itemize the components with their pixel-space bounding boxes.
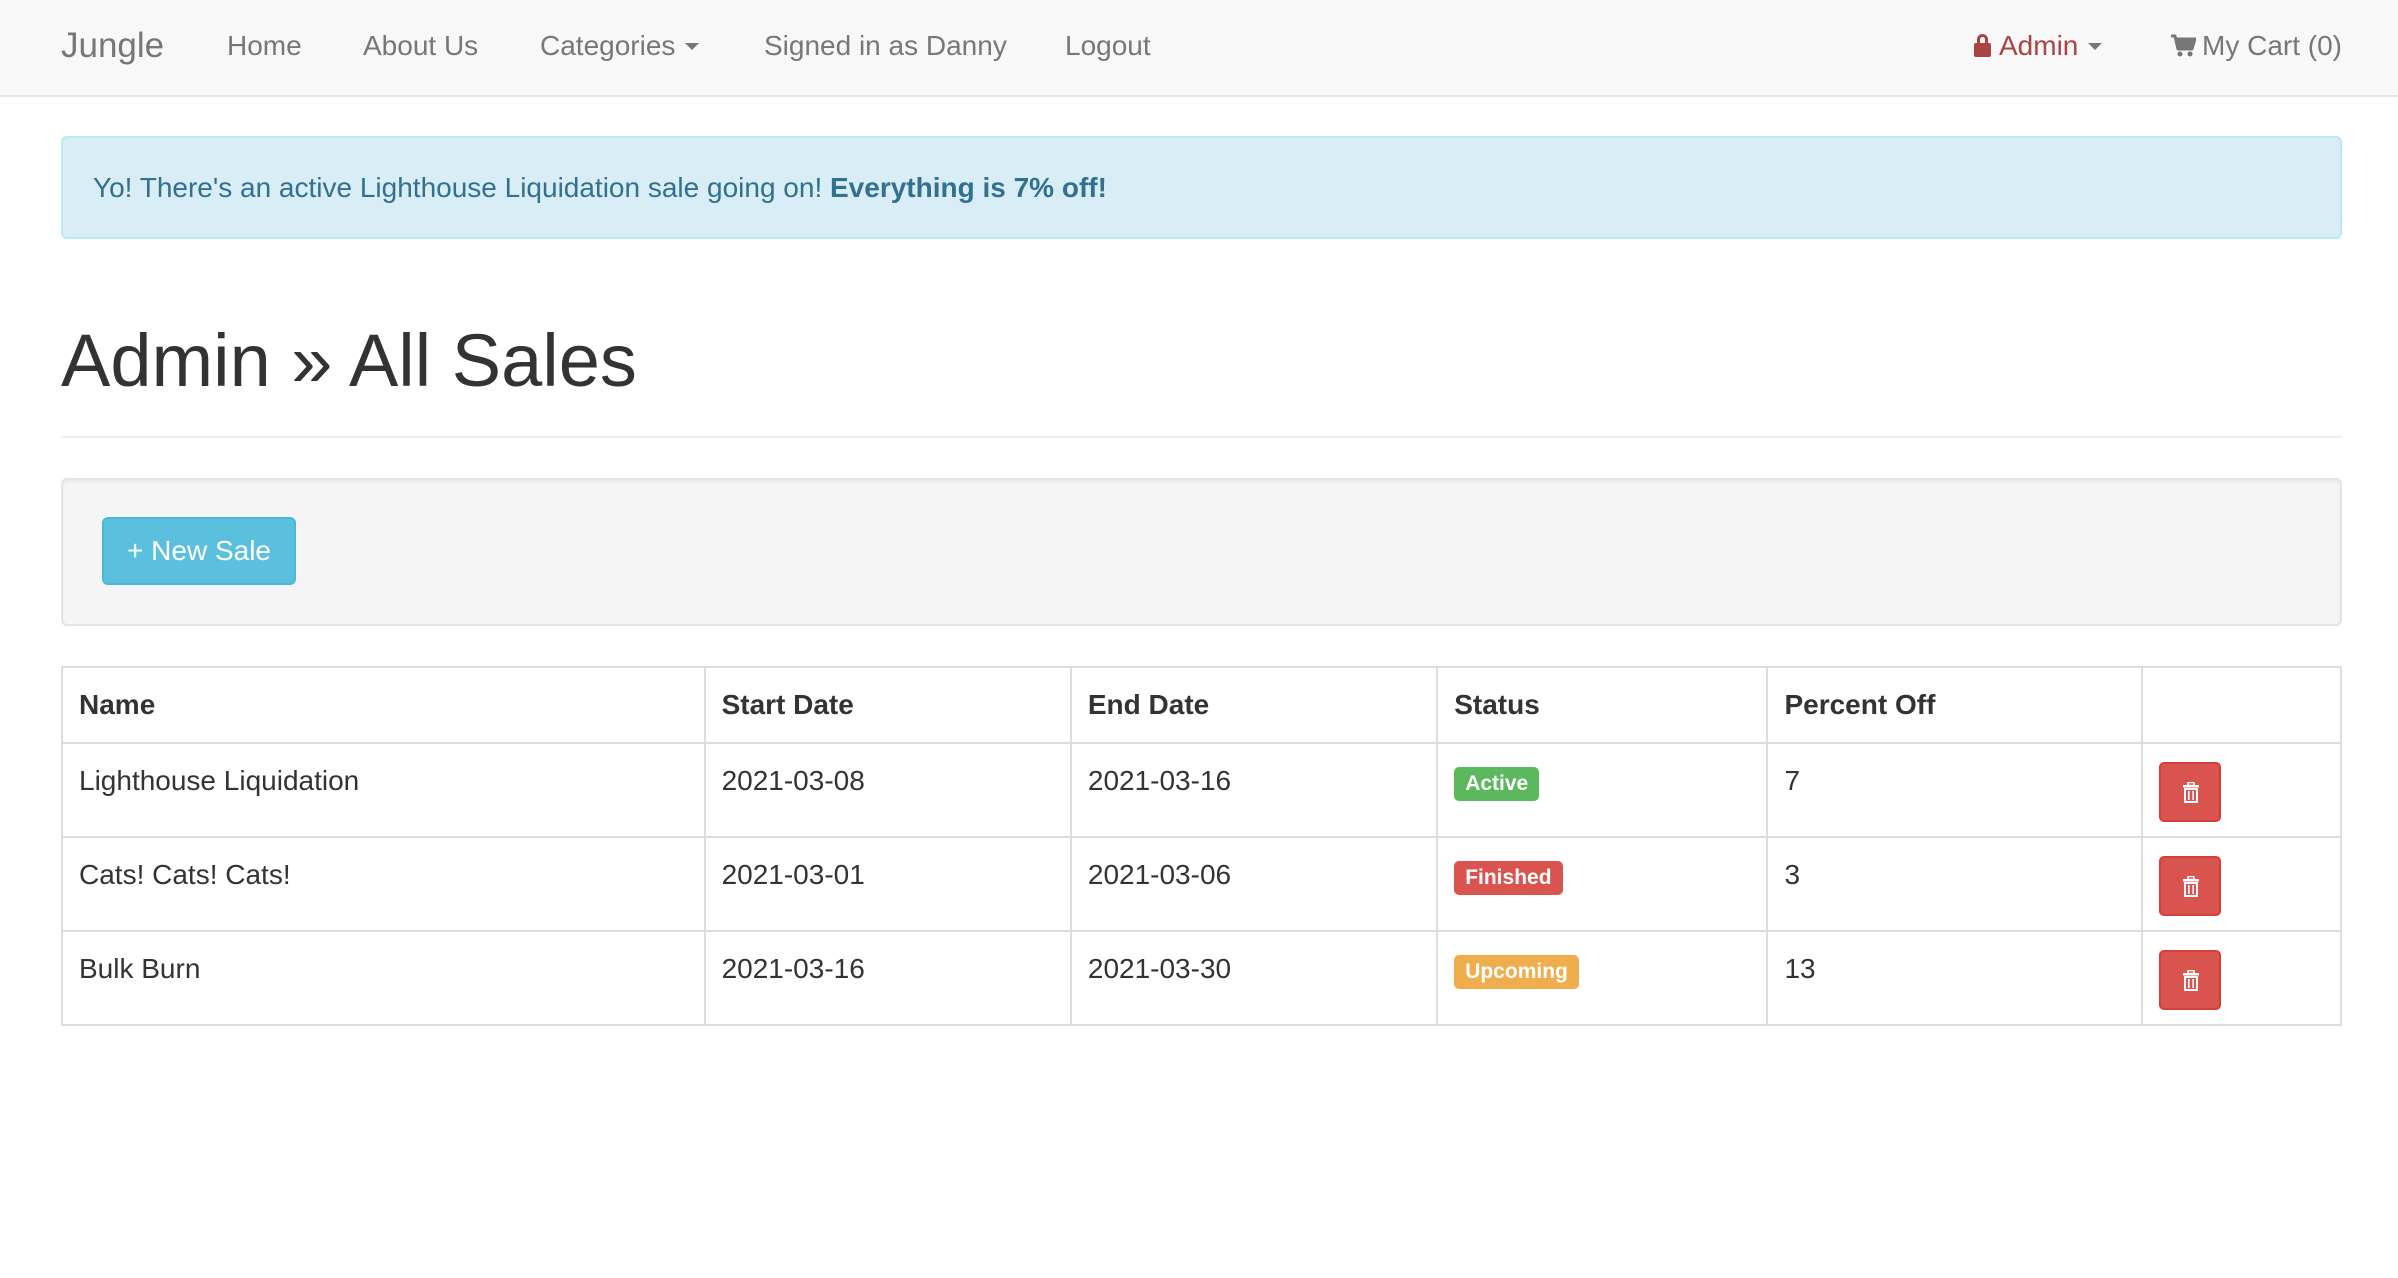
brand-link[interactable]: Jungle (61, 0, 164, 95)
cell-start-date: 2021-03-16 (703, 930, 1072, 1026)
cell-status: Upcoming (1436, 930, 1769, 1026)
title-divider (61, 436, 2342, 438)
cell-end-date: 2021-03-06 (1069, 836, 1439, 932)
header-end-date: End Date (1069, 666, 1439, 744)
delete-sale-button[interactable] (2158, 950, 2221, 1010)
navbar: Jungle Home About Us Categories Signed i… (0, 0, 2398, 97)
trash-icon (2182, 876, 2199, 897)
nav-categories-dropdown[interactable]: Categories (540, 0, 700, 95)
table-row: Bulk Burn 2021-03-16 2021-03-30 Upcoming… (61, 930, 2343, 1026)
header-start-date: Start Date (703, 666, 1072, 744)
delete-sale-button[interactable] (2158, 762, 2221, 822)
new-sale-button[interactable]: + New Sale (102, 517, 296, 585)
shopping-cart-icon (2171, 34, 2196, 57)
cell-percent-off: 13 (1766, 930, 2143, 1026)
header-status: Status (1436, 666, 1769, 744)
delete-sale-button[interactable] (2158, 856, 2221, 916)
status-badge: Active (1454, 767, 1540, 801)
nav-categories-label: Categories (540, 30, 676, 61)
cell-end-date: 2021-03-16 (1069, 742, 1439, 838)
trash-icon (2182, 970, 2199, 991)
header-name: Name (61, 666, 706, 744)
cell-actions (2140, 836, 2343, 932)
cell-actions (2140, 930, 2343, 1026)
cell-name: Lighthouse Liquidation (61, 742, 706, 838)
lock-icon (1974, 33, 1991, 57)
nav-about[interactable]: About Us (363, 0, 478, 95)
status-badge: Upcoming (1454, 955, 1579, 989)
cell-name: Bulk Burn (61, 930, 706, 1026)
nav-signed-in[interactable]: Signed in as Danny (764, 0, 1007, 95)
nav-admin-label: Admin (1999, 30, 2079, 61)
table-row: Cats! Cats! Cats! 2021-03-01 2021-03-06 … (61, 836, 2343, 932)
nav-cart-label: My Cart (0) (2202, 30, 2342, 61)
cell-status: Active (1436, 742, 1769, 838)
status-badge: Finished (1454, 861, 1563, 895)
nav-logout[interactable]: Logout (1065, 0, 1151, 95)
cell-actions (2140, 742, 2343, 838)
header-percent-off: Percent Off (1766, 666, 2143, 744)
sale-alert-text: Yo! There's an active Lighthouse Liquida… (93, 172, 823, 203)
sale-alert-emphasis: Everything is 7% off! (830, 172, 1107, 203)
nav-admin-dropdown[interactable]: Admin (1974, 0, 2103, 95)
nav-cart[interactable]: My Cart (0) (2170, 0, 2342, 95)
sale-alert: Yo! There's an active Lighthouse Liquida… (61, 136, 2342, 239)
cell-status: Finished (1436, 836, 1769, 932)
cell-percent-off: 7 (1766, 742, 2143, 838)
table-row: Lighthouse Liquidation 2021-03-08 2021-0… (61, 742, 2343, 838)
caret-down-icon (685, 43, 700, 51)
table-header-row: Name Start Date End Date Status Percent … (61, 666, 2343, 744)
sales-table: Name Start Date End Date Status Percent … (61, 666, 2343, 1026)
cell-percent-off: 3 (1766, 836, 2143, 932)
caret-down-icon (2088, 43, 2103, 51)
nav-home[interactable]: Home (227, 0, 302, 95)
page-title: Admin » All Sales (61, 319, 637, 402)
cell-name: Cats! Cats! Cats! (61, 836, 706, 932)
cell-start-date: 2021-03-01 (703, 836, 1072, 932)
cell-start-date: 2021-03-08 (703, 742, 1072, 838)
cell-end-date: 2021-03-30 (1069, 930, 1439, 1026)
header-actions (2140, 666, 2343, 744)
trash-icon (2182, 782, 2199, 803)
actions-well: + New Sale (61, 478, 2342, 626)
